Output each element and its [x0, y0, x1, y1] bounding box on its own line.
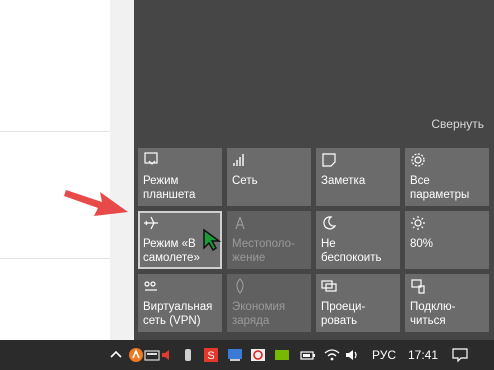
tile-vpn[interactable]: Виртуальная сеть (VPN)	[138, 274, 222, 332]
tile-label: Заметка	[321, 175, 366, 187]
location-icon	[232, 215, 250, 233]
language-indicator[interactable]: РУС	[372, 348, 396, 362]
tile-label: Проеци-ровать	[321, 301, 366, 327]
battery-saver-icon	[232, 278, 250, 296]
svg-text:S: S	[207, 350, 214, 362]
brightness-icon	[410, 215, 428, 233]
divider	[0, 131, 110, 132]
airplane-icon	[143, 215, 161, 233]
tile-note[interactable]: Заметка	[316, 148, 400, 206]
clock[interactable]: 17:41	[408, 348, 438, 362]
tile-label: Местополо-жение	[232, 238, 295, 264]
background-window	[0, 0, 110, 340]
project-icon	[321, 278, 339, 296]
tile-label: Виртуальная сеть (VPN)	[143, 301, 213, 327]
background-gap	[110, 0, 134, 340]
mouse-cursor-icon	[203, 228, 222, 252]
connect-icon	[410, 278, 428, 296]
tile-label: 80%	[410, 238, 434, 250]
nvidia-icon[interactable]	[274, 347, 290, 363]
network-icon	[232, 152, 250, 170]
tile-label: Подклю-читься	[410, 301, 456, 327]
wifi-icon[interactable]	[324, 347, 340, 363]
tile-location[interactable]: Местополо-жение	[227, 211, 311, 269]
tile-tablet-mode[interactable]: Режим планшета	[138, 148, 222, 206]
divider	[0, 258, 110, 259]
tile-label: Не беспокоить	[321, 238, 382, 264]
moon-icon	[321, 215, 339, 233]
action-center-panel: Свернуть Режим планшета Сеть Заметка Все па…	[134, 0, 494, 340]
blocked-app-icon[interactable]	[250, 347, 266, 363]
tile-label: Экономия заряда	[232, 301, 286, 327]
keyboard-icon[interactable]	[144, 347, 160, 363]
annotation-arrow-icon	[64, 190, 128, 216]
tile-network[interactable]: Сеть	[227, 148, 311, 206]
tile-label: Все параметры	[410, 175, 470, 201]
volume-icon[interactable]	[344, 347, 360, 363]
tile-battery-saver[interactable]: Экономия заряда	[227, 274, 311, 332]
tile-quiet-hours[interactable]: Не беспокоить	[316, 211, 400, 269]
gear-icon	[410, 152, 428, 170]
tile-project[interactable]: Проеци-ровать	[316, 274, 400, 332]
tablet-mode-icon	[143, 152, 161, 170]
avast-icon[interactable]	[128, 347, 144, 363]
chevron-up-icon[interactable]	[108, 347, 124, 363]
notifications-icon[interactable]	[452, 347, 468, 363]
tile-all-settings[interactable]: Все параметры	[405, 148, 489, 206]
tile-label: Сеть	[232, 175, 258, 187]
monitor-app-icon[interactable]	[227, 347, 243, 363]
app-s-icon[interactable]: S	[203, 347, 219, 363]
usb-drive-icon[interactable]	[180, 347, 196, 363]
vpn-icon	[143, 278, 161, 296]
tile-connect[interactable]: Подклю-читься	[405, 274, 489, 332]
tile-label: Режим планшета	[143, 175, 196, 201]
note-icon	[321, 152, 339, 170]
battery-icon[interactable]	[300, 347, 316, 363]
tile-brightness[interactable]: 80%	[405, 211, 489, 269]
taskbar: S РУС 17:41	[0, 340, 494, 370]
collapse-link[interactable]: Свернуть	[431, 117, 484, 131]
speaker-red-icon[interactable]	[160, 347, 176, 363]
